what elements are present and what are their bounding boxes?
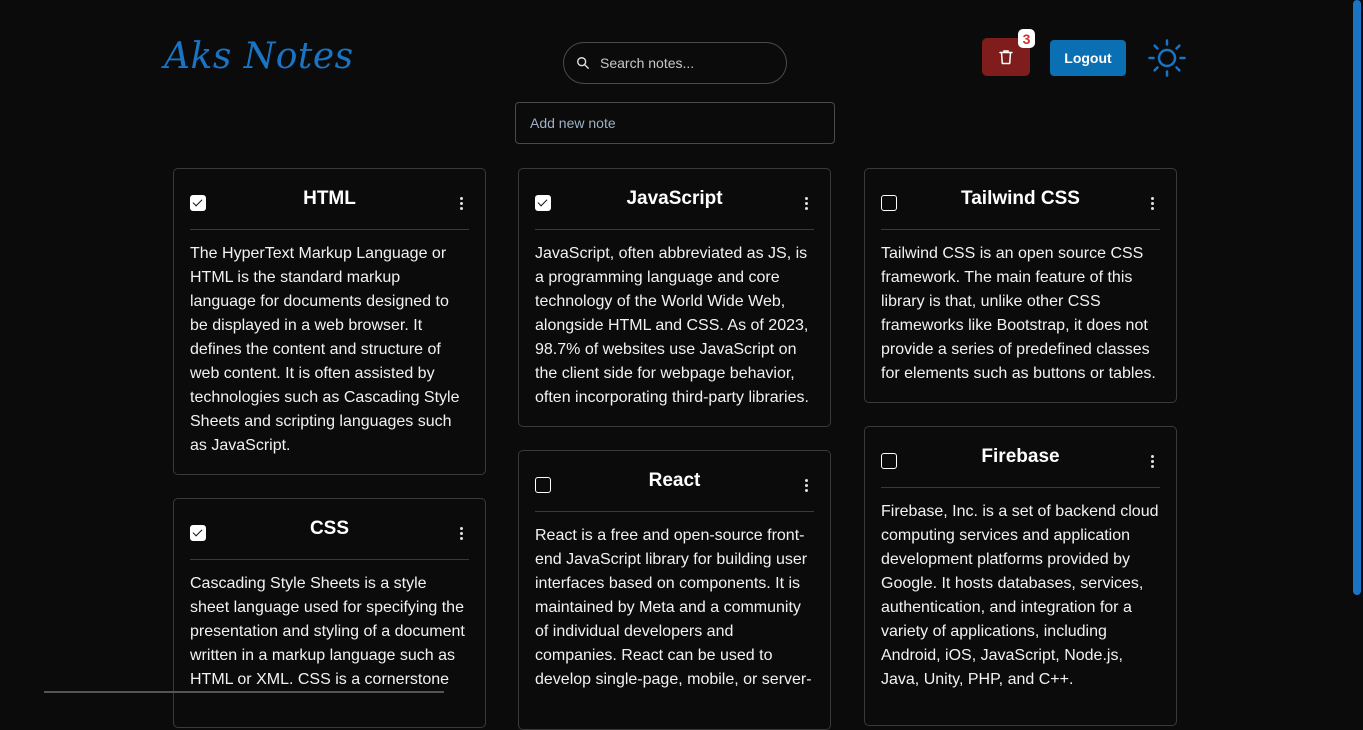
note-card-javascript[interactable]: JavaScript JavaScript, often abbreviated… xyxy=(518,168,831,427)
note-checkbox[interactable] xyxy=(190,195,206,211)
note-title: JavaScript xyxy=(626,188,722,210)
note-checkbox[interactable] xyxy=(881,195,897,211)
more-options-icon[interactable] xyxy=(1144,195,1160,211)
note-card-css[interactable]: CSS Cascading Style Sheets is a style sh… xyxy=(173,498,486,728)
trash-icon xyxy=(997,48,1015,66)
more-options-icon[interactable] xyxy=(453,525,469,541)
search-bar[interactable] xyxy=(563,42,787,84)
more-options-icon[interactable] xyxy=(1144,453,1160,469)
more-options-icon[interactable] xyxy=(453,195,469,211)
note-title: HTML xyxy=(303,188,356,210)
trash-count-badge: 3 xyxy=(1018,29,1035,48)
note-card-tailwind[interactable]: Tailwind CSS Tailwind CSS is an open sou… xyxy=(864,168,1177,403)
search-input[interactable] xyxy=(598,54,768,72)
note-title: Tailwind CSS xyxy=(961,188,1080,210)
logout-button[interactable]: Logout xyxy=(1050,40,1126,76)
more-options-icon[interactable] xyxy=(798,195,814,211)
note-checkbox[interactable] xyxy=(881,453,897,469)
note-checkbox[interactable] xyxy=(535,477,551,493)
note-card-react[interactable]: React React is a free and open-source fr… xyxy=(518,450,831,730)
note-checkbox[interactable] xyxy=(190,525,206,541)
note-checkbox[interactable] xyxy=(535,195,551,211)
vertical-scrollbar[interactable] xyxy=(1353,0,1363,693)
note-body: Firebase, Inc. is a set of backend cloud… xyxy=(881,488,1160,708)
add-note-field[interactable] xyxy=(515,102,835,144)
note-card-html[interactable]: HTML The HyperText Markup Language or HT… xyxy=(173,168,486,475)
note-body: JavaScript, often abbreviated as JS, is … xyxy=(535,230,814,426)
note-body: The HyperText Markup Language or HTML is… xyxy=(190,230,469,474)
app-logo[interactable]: Aks Notes xyxy=(164,36,354,77)
note-title: Firebase xyxy=(981,446,1059,468)
sun-icon[interactable] xyxy=(1148,39,1186,77)
note-body: Tailwind CSS is an open source CSS frame… xyxy=(881,230,1160,402)
note-body: React is a free and open-source front-en… xyxy=(535,512,814,708)
add-note-input[interactable] xyxy=(528,114,818,132)
note-title: React xyxy=(649,470,701,492)
scrollbar-thumb[interactable] xyxy=(1353,0,1361,595)
note-card-firebase[interactable]: Firebase Firebase, Inc. is a set of back… xyxy=(864,426,1177,726)
search-icon xyxy=(576,56,590,70)
note-title: CSS xyxy=(310,518,349,540)
more-options-icon[interactable] xyxy=(798,477,814,493)
note-body: Cascading Style Sheets is a style sheet … xyxy=(190,560,469,708)
